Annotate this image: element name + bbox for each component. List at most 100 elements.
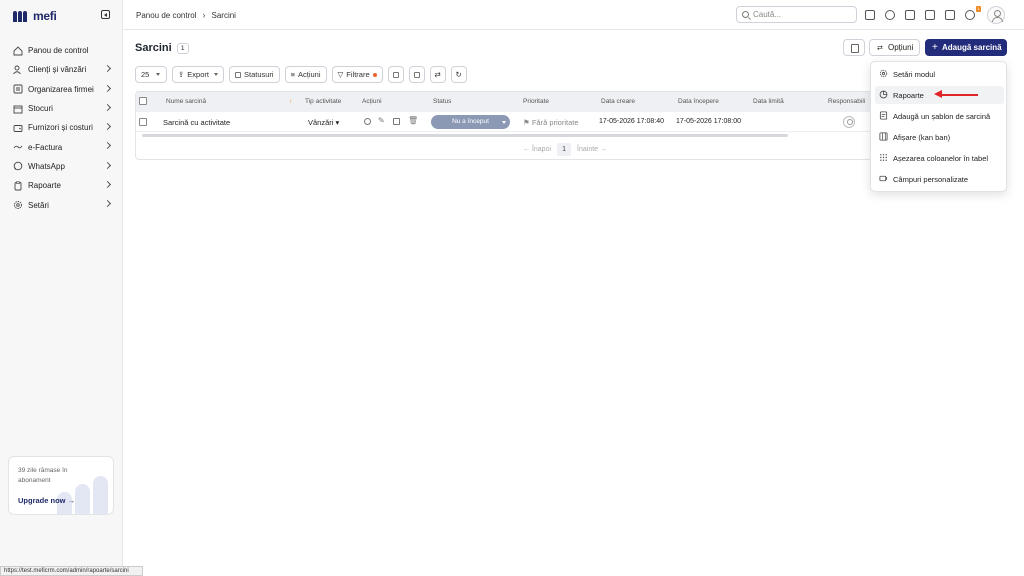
horizontal-scrollbar[interactable] [142,134,788,137]
menu-item-label: Setări modul [893,69,936,79]
menu-item-label: Afișare (kan ban) [893,132,951,142]
menu-item-kanban[interactable]: Afișare (kan ban) [875,128,1004,146]
notification-badge: 1 [976,6,981,12]
filter-active-dot [372,72,377,77]
menu-item-add-template[interactable]: Adaugă un șablon de sarcină [875,107,1004,125]
list-icon: ≡ [290,70,295,79]
column-header-type[interactable]: Tip activitate [305,98,341,105]
timer-icon[interactable] [364,118,371,125]
sidebar-item-whatsapp[interactable]: WhatsApp [8,157,116,176]
task-name[interactable]: Sarcină cu activitate [163,118,230,127]
actions-button[interactable]: ≡ Acțiuni [284,66,327,83]
responsible-avatar-icon[interactable] [843,116,855,128]
column-header-actions: Acțiuni [362,98,382,105]
refresh-icon: ↻ [455,70,462,79]
activity-type-select[interactable]: Vânzări ▾ [308,118,339,127]
brand-logo[interactable]: mefi [13,9,57,23]
menu-item-custom-fields[interactable]: Câmpuri personalizate [875,170,1004,188]
chevron-right-icon [103,161,112,169]
sort-asc-icon[interactable]: ↑ [289,98,292,105]
sidebar-item-clients[interactable]: Clienți și vânzări [8,60,116,79]
chevron-right-icon [103,84,112,92]
template-icon [879,111,888,120]
calendar-icon[interactable] [905,10,915,20]
topbar: Panou de control › Sarcini Caută... 1 [123,0,1024,30]
bell-icon[interactable] [965,10,975,20]
filter-button[interactable]: ▽ Filtrare [331,66,383,83]
logo-mark-icon [13,10,29,22]
user-avatar[interactable] [987,6,1005,24]
sidebar-item-organization[interactable]: Organizarea firmei [8,80,116,99]
options-dropdown-menu: Setări modul Rapoarte Adaugă un șablon d… [870,61,1007,192]
collapse-sidebar-icon[interactable] [101,10,110,19]
sidebar-item-suppliers[interactable]: Furnizori și costuri [8,118,116,137]
add-task-button[interactable]: + Adaugă sarcină [925,39,1007,56]
board-icon [413,71,420,78]
chevron-right-icon [103,142,112,150]
actions-label: Acțiuni [297,70,321,79]
column-header-status[interactable]: Status [433,98,451,105]
sidebar-item-reports[interactable]: Rapoarte [8,176,116,195]
caret-down-icon: ▾ [335,118,340,127]
timer-icon[interactable] [885,10,895,20]
messages-icon[interactable] [945,10,955,20]
options-button[interactable]: ⇄ Opțiuni [869,39,920,56]
status-dropdown[interactable]: Nu a început [431,115,510,129]
gear-icon [879,69,888,78]
sidebar-item-label: Furnizori și costuri [28,123,93,133]
prev-page-button[interactable]: ← Înapoi [523,146,551,153]
breadcrumb: Panou de control › Sarcini [136,10,236,20]
column-header-name[interactable]: Nume sarcină [166,98,206,105]
column-header-priority[interactable]: Prioritate [523,98,549,105]
flag-icon: ⚑ [523,118,530,127]
chevron-right-icon [103,65,112,73]
export-button[interactable]: ⇪ Export [172,66,224,83]
sidebar-item-efactura[interactable]: e-Factura [8,137,116,156]
layout-toggle-button[interactable] [843,39,865,56]
sidebar-item-dashboard[interactable]: Panou de control [8,41,116,60]
upgrade-now-link[interactable]: Upgrade now → [18,496,75,505]
breadcrumb-dashboard[interactable]: Panou de control [136,11,197,20]
check-square-icon[interactable] [393,118,400,125]
next-page-button[interactable]: Înainte → [577,146,607,153]
pagination: ← Înapoi 1 Înainte → [523,143,607,156]
table-row[interactable]: Sarcină cu activitate Vânzări ▾ ✎ 🗑 Nu a… [136,112,874,132]
menu-item-column-layout[interactable]: Așezarea coloanelor în tabel [875,149,1004,167]
search-placeholder: Caută... [753,10,782,19]
column-header-deadline[interactable]: Data limită [753,98,784,105]
row-checkbox[interactable] [139,118,147,126]
clipboard-icon [13,181,23,191]
add-square-icon[interactable] [865,10,875,20]
grid-icon [879,153,888,162]
task-check-icon[interactable] [925,10,935,20]
tasks-table: Nume sarcină ↑ Tip activitate Acțiuni St… [135,91,875,160]
refresh-button[interactable]: ↻ [450,66,467,83]
swap-icon: ⇄ [877,45,883,52]
sidebar-item-label: Stocuri [28,104,53,114]
trash-icon[interactable]: 🗑 [408,116,418,125]
fields-icon [879,174,888,183]
sidebar-item-label: Rapoarte [28,181,61,191]
column-header-created[interactable]: Data creare [601,98,635,105]
menu-item-module-settings[interactable]: Setări modul [875,65,1004,83]
statuses-button[interactable]: Statusuri [228,66,280,83]
board-view-button[interactable] [408,66,425,83]
priority-cell[interactable]: ⚑ Fără prioritate [523,118,579,127]
page-number-button[interactable]: 1 [557,143,572,156]
column-header-responsible[interactable]: Responsabili [828,98,865,105]
columns-icon [392,71,399,78]
columns-view-button[interactable] [387,66,404,83]
column-header-start[interactable]: Data începere [678,98,719,105]
task-count-badge: 1 [176,42,189,54]
org-icon [13,84,23,94]
chat-icon [13,161,23,171]
select-all-checkbox[interactable] [139,97,147,105]
kanban-icon [879,132,888,141]
sidebar-item-label: e-Factura [28,142,63,152]
per-page-select[interactable]: 25 [135,66,167,83]
sidebar-item-stock[interactable]: Stocuri [8,99,116,118]
search-input[interactable]: Caută... [736,6,857,23]
edit-pencil-icon[interactable]: ✎ [378,116,385,125]
sidebar-item-settings[interactable]: Setări [8,195,116,214]
swap-view-button[interactable]: ⇄ [429,66,446,83]
